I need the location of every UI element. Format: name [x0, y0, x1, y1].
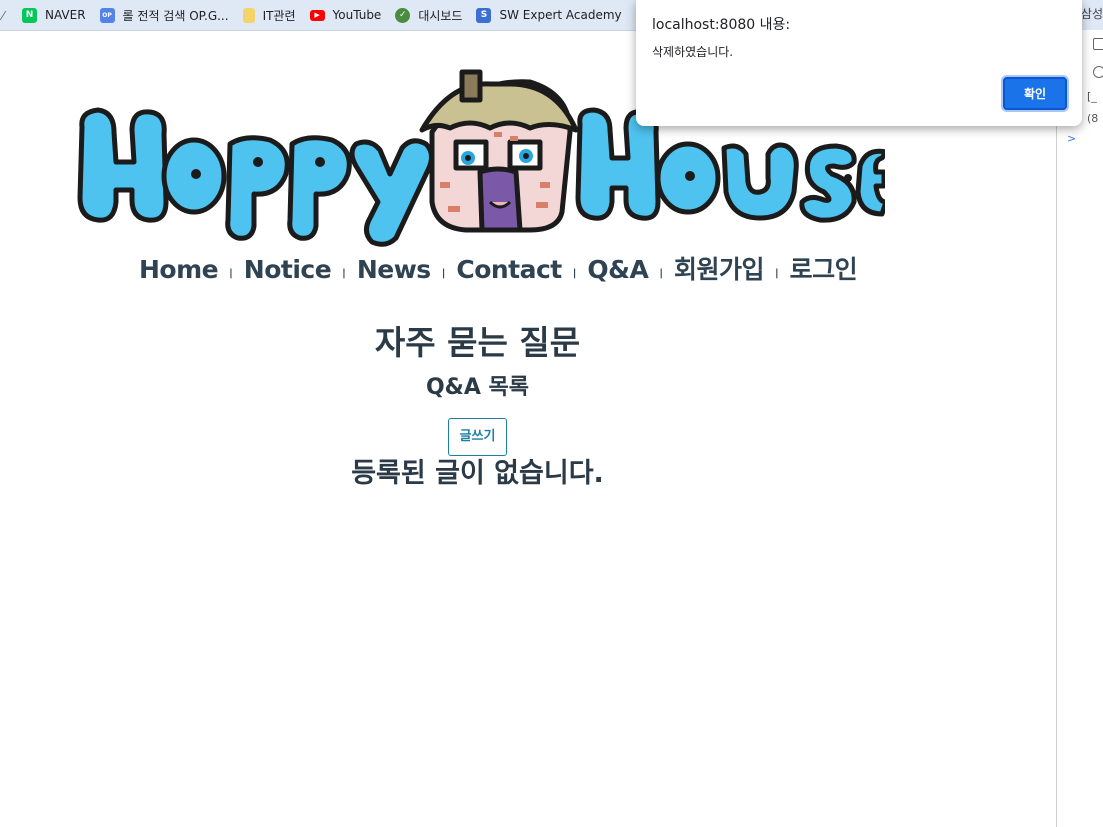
- nav-home[interactable]: Home: [139, 255, 219, 284]
- nav-separator: |: [572, 268, 577, 279]
- bookmark-label: IT관련: [262, 8, 296, 23]
- nav-separator: |: [441, 268, 446, 279]
- console-row[interactable]: [_: [1087, 90, 1097, 103]
- alert-dialog: localhost:8080 내용: 삭제하였습니다. 확인: [636, 0, 1082, 126]
- devtools-panel: [_ (8 >: [1056, 30, 1103, 827]
- page-subtitle: Q&A 목록: [425, 375, 530, 400]
- nav-signup[interactable]: 회원가입: [674, 250, 765, 286]
- bookmark-label: NAVER: [45, 8, 86, 22]
- device-toggle-icon[interactable]: [1093, 38, 1103, 50]
- nav-separator: |: [229, 268, 233, 279]
- empty-message: 등록된 글이 없습니다.: [351, 458, 604, 489]
- dialog-message: 삭제하였습니다.: [652, 45, 734, 59]
- console-row[interactable]: (8: [1087, 112, 1098, 125]
- nav-separator: |: [342, 268, 346, 279]
- bookmark-opgg[interactable]: OP 롤 전적 검색 OP.G...: [99, 7, 229, 24]
- bookmark-label: 롤 전적 검색 OP.G...: [122, 8, 229, 23]
- nav-contact[interactable]: Contact: [456, 255, 562, 284]
- bookmark-overflow-icon[interactable]: ⁄: [2, 9, 8, 23]
- folder-icon: [242, 7, 255, 23]
- qna-section: 자주 묻는 질문 Q&A 목록 글쓰기 등록된 글이 없습니다.: [300, 318, 655, 496]
- dashboard-icon: ✓: [395, 7, 411, 23]
- naver-icon: N: [22, 7, 37, 23]
- bookmark-dashboard[interactable]: ✓ 대시보드: [395, 7, 462, 24]
- dialog-ok-button[interactable]: 확인: [1003, 77, 1067, 110]
- youtube-icon: ▶: [309, 9, 325, 21]
- nav-separator: |: [659, 268, 663, 279]
- nav-login[interactable]: 로그인: [790, 250, 858, 286]
- swea-icon: S: [476, 7, 492, 23]
- console-prompt[interactable]: >: [1067, 132, 1076, 145]
- bookmark-samsung[interactable]: 삼성: [1081, 5, 1103, 22]
- bookmark-swea[interactable]: S SW Expert Academy: [476, 7, 622, 23]
- dialog-title: localhost:8080 내용:: [652, 17, 791, 33]
- bookmark-label: SW Expert Academy: [499, 8, 622, 22]
- nav-separator: |: [775, 268, 779, 279]
- page-title: 자주 묻는 질문: [374, 323, 581, 362]
- nav-notice[interactable]: Notice: [244, 255, 332, 284]
- bookmark-youtube[interactable]: ▶ YouTube: [309, 8, 382, 22]
- bookmark-naver[interactable]: N NAVER: [22, 7, 86, 23]
- bookmark-it-folder[interactable]: IT관련: [242, 7, 296, 24]
- nav-news[interactable]: News: [357, 255, 431, 284]
- nav-qna[interactable]: Q&A: [587, 255, 648, 284]
- bookmark-label: 대시보드: [418, 8, 463, 23]
- bookmark-label: YouTube: [332, 8, 382, 22]
- write-button[interactable]: 글쓰기: [447, 418, 508, 456]
- clear-console-icon[interactable]: [1093, 66, 1103, 78]
- main-nav: Home | Notice | News | Contact | Q&A | 회…: [139, 250, 858, 286]
- opgg-icon: OP: [99, 7, 115, 23]
